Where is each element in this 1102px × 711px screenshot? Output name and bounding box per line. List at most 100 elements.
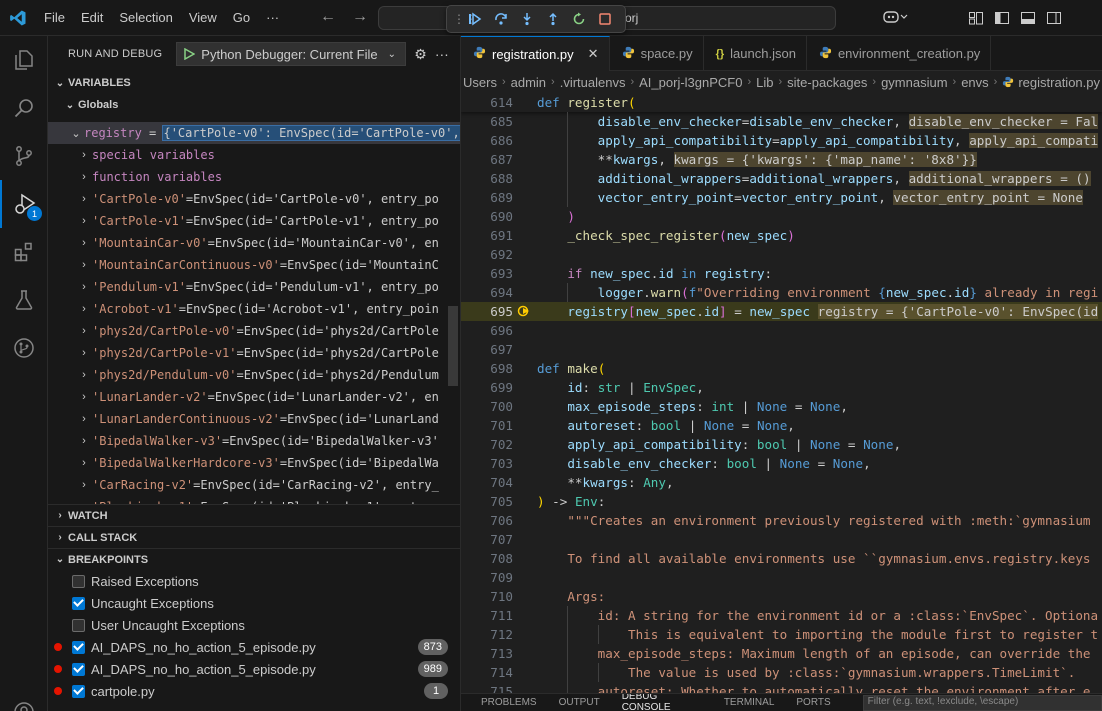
gutter[interactable] [513,587,537,606]
registry-entry[interactable]: › 'MountainCarContinuous-v0' = EnvSpec(id… [48,254,460,276]
menu-selection[interactable]: Selection [111,0,180,36]
breakpoints-section-header[interactable]: ⌄ BREAKPOINTS [48,548,460,570]
gutter[interactable] [513,302,537,321]
registry-entry[interactable]: › 'CarRacing-v2' = EnvSpec(id='CarRacing-… [48,474,460,496]
step-into-icon[interactable] [517,9,537,29]
remote-explorer-icon[interactable] [0,324,48,372]
gutter[interactable] [513,169,537,188]
breakpoint-item[interactable]: AI_DAPS_no_ho_action_5_episode.py 989 [48,658,460,680]
close-icon[interactable]: ✕ [588,46,599,62]
step-over-icon[interactable] [491,9,511,29]
panel-tab-problems[interactable]: PROBLEMS [481,697,537,708]
continue-icon[interactable] [465,9,485,29]
exception-breakpoint-option[interactable]: Raised Exceptions [48,570,460,592]
panel-tab-ports[interactable]: PORTS [796,697,830,708]
checkbox[interactable] [72,662,85,676]
checkbox[interactable] [72,618,85,632]
globals-scope[interactable]: ⌄ Globals [48,94,460,116]
extensions-icon[interactable] [0,228,48,276]
gutter[interactable] [513,473,537,492]
gutter[interactable] [513,226,537,245]
exception-breakpoint-option[interactable]: User Uncaught Exceptions [48,614,460,636]
gutter[interactable] [513,359,537,378]
menu-edit[interactable]: Edit [73,0,111,36]
registry-entry[interactable]: › 'Pendulum-v1' = EnvSpec(id='Pendulum-v1… [48,276,460,298]
source-control-icon[interactable] [0,132,48,180]
gutter[interactable] [513,606,537,625]
variables-section-header[interactable]: ⌄ VARIABLES [48,72,460,94]
registry-entry[interactable]: › 'BipedalWalkerHardcore-v3' = EnvSpec(id… [48,452,460,474]
gutter[interactable] [513,264,537,283]
gutter[interactable] [513,454,537,473]
gutter[interactable] [513,207,537,226]
registry-entry[interactable]: › 'MountainCar-v0' = EnvSpec(id='Mountain… [48,232,460,254]
code-view[interactable]: 614 def register(685 disable_env_checker=… [461,93,1102,693]
gutter[interactable] [513,397,537,416]
registry-entry[interactable]: › 'CartPole-v0' = EnvSpec(id='CartPole-v0… [48,188,460,210]
watch-section-header[interactable]: › WATCH [48,504,460,526]
checkbox[interactable] [72,574,85,588]
breadcrumb-item[interactable]: registration.py [1018,75,1100,90]
registry-entry[interactable]: › 'LunarLander-v2' = EnvSpec(id='LunarLan… [48,386,460,408]
gutter[interactable] [513,340,537,359]
gutter[interactable] [513,188,537,207]
panel-tab-terminal[interactable]: TERMINAL [724,697,775,708]
toggle-primary-sidebar-icon[interactable] [994,10,1010,26]
breadcrumb-item[interactable]: .virtualenvs [560,75,626,90]
breadcrumb-item[interactable]: AI_porj-l3gnPCF0 [639,75,742,90]
explorer-icon[interactable] [0,36,48,84]
breakpoint-item[interactable]: cartpole.py 1 [48,680,460,702]
customize-layout-icon[interactable] [968,10,984,26]
gutter[interactable] [513,131,537,150]
registry-entry[interactable]: › 'Acrobot-v1' = EnvSpec(id='Acrobot-v1',… [48,298,460,320]
registry-entry[interactable]: ›'Blackjack-v1' = EnvSpec(id='Blackjack-… [48,496,460,504]
gutter[interactable] [513,150,537,169]
gutter[interactable] [513,321,537,340]
toggle-secondary-sidebar-icon[interactable] [1046,10,1062,26]
function-variables-node[interactable]: › function variables [48,166,460,188]
breakpoint-item[interactable]: AI_DAPS_no_ho_action_5_episode.py 873 [48,636,460,658]
gutter[interactable] [513,625,537,644]
menu-go[interactable]: Go [225,0,258,36]
menu-more[interactable]: ··· [258,0,287,36]
gutter[interactable] [513,682,537,693]
call-stack-section-header[interactable]: › CALL STACK [48,526,460,548]
checkbox[interactable] [72,640,85,654]
gutter[interactable] [513,416,537,435]
registry-entry[interactable]: › 'phys2d/CartPole-v1' = EnvSpec(id='phys… [48,342,460,364]
registry-entry[interactable]: › 'phys2d/CartPole-v0' = EnvSpec(id='phys… [48,320,460,342]
panel-tab-output[interactable]: OUTPUT [559,697,600,708]
gutter[interactable] [513,644,537,663]
gutter[interactable] [513,283,537,302]
checkbox[interactable] [72,596,85,610]
gutter[interactable] [513,492,537,511]
panel-tab-debug-console[interactable]: DEBUG CONSOLE [622,694,702,711]
stop-icon[interactable] [595,9,615,29]
gutter[interactable] [513,568,537,587]
exception-breakpoint-option[interactable]: Uncaught Exceptions [48,592,460,614]
tab-registration-py[interactable]: registration.py ✕ [461,36,610,71]
forward-arrow-icon[interactable]: → [352,8,368,26]
start-debug-icon[interactable] [183,48,196,60]
tab-launch-json[interactable]: {} launch.json [704,36,807,71]
checkbox[interactable] [72,684,85,698]
copilot-icon[interactable] [882,9,908,28]
gutter[interactable] [513,245,537,264]
step-out-icon[interactable] [543,9,563,29]
gutter[interactable] [513,530,537,549]
breadcrumb-item[interactable]: admin [511,75,546,90]
back-arrow-icon[interactable]: ← [320,8,336,26]
toggle-panel-icon[interactable] [1020,10,1036,26]
variables-scrollbar[interactable] [448,306,458,386]
menu-view[interactable]: View [181,0,225,36]
tab-space-py[interactable]: space.py [610,36,704,71]
gutter[interactable] [513,435,537,454]
account-icon[interactable] [0,688,48,711]
gutter[interactable] [513,378,537,397]
debug-console-filter[interactable]: Filter (e.g. text, !exclude, \escape) [862,694,1102,711]
search-icon[interactable] [0,84,48,132]
gutter[interactable] [513,663,537,682]
tab-environment-creation-py[interactable]: environment_creation.py [807,36,992,71]
registry-entry[interactable]: › 'LunarLanderContinuous-v2' = EnvSpec(id… [48,408,460,430]
gutter[interactable] [513,112,537,131]
